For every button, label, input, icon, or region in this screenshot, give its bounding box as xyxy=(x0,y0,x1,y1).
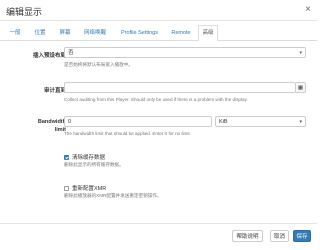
clear-cache-label: 清除缓存数据 xyxy=(72,155,106,161)
bandwidth-unit-value: KiB xyxy=(219,119,228,125)
clear-cache-checkbox[interactable] xyxy=(64,154,69,160)
embed-layout-select[interactable]: 否 ▾ xyxy=(64,47,306,58)
clear-cache-help: 删除此显示的所有缓存数据。 xyxy=(64,162,124,167)
header-divider xyxy=(0,20,317,21)
save-button[interactable]: 保存 xyxy=(293,230,311,242)
tab-general[interactable]: 一般 xyxy=(6,26,24,40)
bandwidth-unit-select[interactable]: KiB ▾ xyxy=(215,116,306,127)
audit-until-label: 审计直到 xyxy=(43,88,66,94)
reconfigure-xmr-help: 删除此播放器的XMR配置并发送重定密钥操作。 xyxy=(64,193,162,198)
tab-wake-on-lan[interactable]: 网络唤醒 xyxy=(80,26,110,40)
tab-advanced[interactable]: 高级 xyxy=(198,25,218,41)
reconfigure-xmr-label: 重新配置XMR xyxy=(72,186,107,192)
dialog-title: 编辑显示 xyxy=(6,7,43,17)
reconfigure-xmr-row[interactable]: 重新配置XMR xyxy=(64,184,106,192)
bandwidth-label: Bandwidth limit xyxy=(8,118,66,134)
reconfigure-xmr-checkbox[interactable] xyxy=(64,185,69,191)
help-button[interactable]: 帮助说明 xyxy=(232,230,263,242)
embed-layout-label: 插入预设布局 xyxy=(32,53,66,59)
bandwidth-input[interactable]: 0 xyxy=(64,116,212,127)
embed-layout-help: 是否始终将默认布局嵌入播放中。 xyxy=(64,62,133,67)
tab-bar: 一般 位置 屏幕 网络唤醒 Profile Settings Remote 高级 xyxy=(0,25,317,41)
bandwidth-label-line1: Bandwidth xyxy=(37,119,66,125)
edit-display-dialog: 编辑显示 × 一般 位置 屏幕 网络唤醒 Profile Settings Re… xyxy=(0,0,317,250)
tab-screen[interactable]: 屏幕 xyxy=(56,26,74,40)
tab-location[interactable]: 位置 xyxy=(31,26,49,40)
chevron-down-icon: ▾ xyxy=(299,50,302,56)
tab-remote[interactable]: Remote xyxy=(168,26,194,40)
calendar-icon[interactable]: ▦ xyxy=(296,82,306,93)
bandwidth-help: The bandwidth limit that should be appli… xyxy=(64,131,191,136)
cancel-button[interactable]: 取消 xyxy=(270,230,289,242)
close-icon[interactable]: × xyxy=(305,4,311,15)
chevron-down-icon: ▾ xyxy=(299,119,302,125)
clear-cache-row[interactable]: 清除缓存数据 xyxy=(64,153,105,161)
embed-layout-value: 否 xyxy=(68,50,74,56)
tab-profile-settings[interactable]: Profile Settings xyxy=(117,26,162,40)
footer-divider xyxy=(0,223,317,224)
audit-until-help: Collect auditing from this Player. Shoul… xyxy=(64,97,248,102)
audit-until-input[interactable] xyxy=(64,82,296,93)
